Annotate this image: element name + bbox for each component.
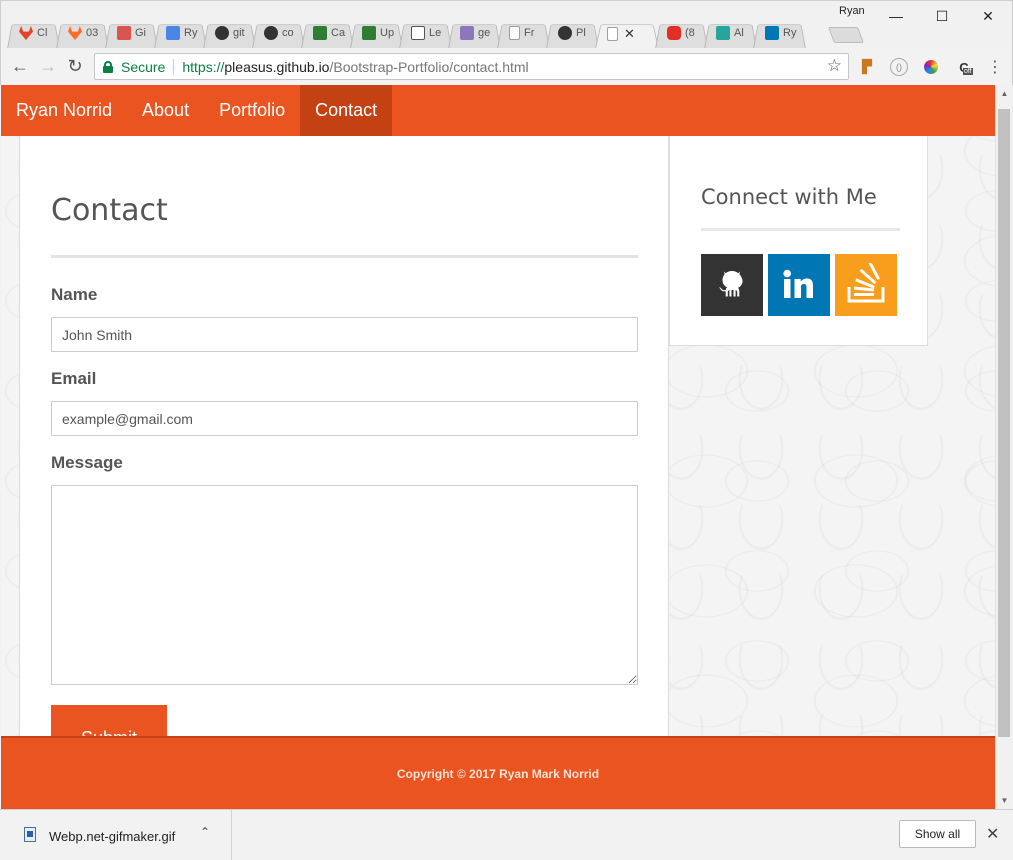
url-path: /Bootstrap-Portfolio/contact.html: [329, 58, 529, 75]
docs-icon: [166, 26, 180, 40]
browser-tab[interactable]: ge: [448, 15, 501, 49]
browser-tab[interactable]: co: [252, 15, 305, 49]
close-tab-icon[interactable]: ✕: [624, 26, 635, 42]
download-file-name: Webp.net-gifmaker.gif: [49, 829, 176, 844]
browser-toolbar: ← → ↻ Secure https://pleasus.github.io/B…: [0, 48, 1013, 85]
extension-circle-icon[interactable]: (): [890, 58, 908, 76]
scroll-thumb[interactable]: [998, 109, 1010, 737]
gitlab-icon: [19, 26, 33, 40]
browser-tab[interactable]: Cl: [7, 15, 60, 49]
connect-divider: [701, 228, 900, 231]
url-scheme: https://: [182, 58, 225, 75]
film-icon: [117, 26, 131, 40]
bookmark-star-icon[interactable]: ☆: [827, 56, 842, 76]
browser-tab[interactable]: Up: [350, 15, 403, 49]
nav-contact[interactable]: Contact: [300, 85, 393, 136]
download-shelf: Webp.net-gifmaker.gif ⌃ Show all ✕: [0, 809, 1013, 860]
download-item[interactable]: Webp.net-gifmaker.gif ⌃: [0, 810, 232, 860]
android-icon: [362, 26, 376, 40]
extension-c-icon[interactable]: Coff: [955, 58, 973, 76]
nav-about[interactable]: About: [127, 85, 204, 136]
linkedin-link[interactable]: [768, 254, 830, 316]
forward-icon[interactable]: →: [36, 54, 60, 78]
linkedin-icon: [783, 269, 813, 298]
address-separator: [173, 58, 175, 75]
lock-icon: [103, 60, 113, 73]
minimize-icon[interactable]: —: [873, 3, 919, 29]
youtube-icon: [667, 26, 681, 40]
profile-name[interactable]: Ryan: [839, 5, 865, 17]
page-viewport: Ryan Norrid About Portfolio Contact Cont…: [1, 85, 995, 809]
show-all-button[interactable]: Show all: [899, 820, 976, 848]
back-icon[interactable]: ←: [8, 54, 32, 78]
browser-tab[interactable]: Ca: [301, 15, 354, 49]
github-link[interactable]: [701, 254, 763, 316]
title-divider: [51, 255, 638, 258]
nav-brand[interactable]: Ryan Norrid: [1, 85, 127, 136]
contact-card: Contact Name Email Message Submit: [19, 136, 669, 756]
github-icon: [264, 26, 278, 40]
github-icon: [215, 26, 229, 40]
stackoverflow-link[interactable]: [835, 254, 897, 316]
close-shelf-icon[interactable]: ✕: [986, 824, 999, 844]
stackoverflow-icon: [847, 263, 885, 303]
nav-portfolio[interactable]: Portfolio: [204, 85, 300, 136]
tab-strip: Cl 03 Gi Ry git co Ca Up Le ge Fr Pl ✕ (…: [7, 15, 806, 49]
email-label: Email: [51, 369, 97, 388]
site-footer: Copyright © 2017 Ryan Mark Norrid: [1, 736, 995, 809]
email-input[interactable]: [51, 401, 638, 436]
secure-label: Secure: [121, 58, 166, 75]
browser-tab[interactable]: Gi: [105, 15, 158, 49]
browser-tab[interactable]: Le: [399, 15, 452, 49]
code-icon: [411, 26, 425, 40]
scroll-up-icon[interactable]: ▲: [996, 85, 1013, 102]
menu-icon[interactable]: ⋮: [986, 58, 1004, 76]
site-navbar: Ryan Norrid About Portfolio Contact: [1, 85, 995, 136]
chevron-up-icon[interactable]: ⌃: [200, 825, 210, 839]
browser-titlebar: Cl 03 Gi Ry git co Ca Up Le ge Fr Pl ✕ (…: [0, 0, 1013, 49]
address-bar[interactable]: Secure https://pleasus.github.io/Bootstr…: [94, 53, 849, 80]
maximize-icon[interactable]: ☐: [919, 3, 965, 29]
page-icon: [509, 26, 520, 40]
browser-tab[interactable]: 03: [56, 15, 109, 49]
reload-icon[interactable]: ↻: [63, 54, 87, 78]
browser-tab[interactable]: Fr: [497, 15, 550, 49]
name-label: Name: [51, 285, 98, 304]
extension-ruler-icon[interactable]: ▛: [858, 58, 876, 76]
linkedin-icon: [765, 26, 779, 40]
browser-tab[interactable]: Al: [704, 15, 757, 49]
gitlab-icon: [68, 26, 82, 40]
name-input[interactable]: [51, 317, 638, 352]
scroll-down-icon[interactable]: ▼: [996, 792, 1013, 809]
browser-tab[interactable]: git: [203, 15, 256, 49]
page-title: Contact: [51, 193, 168, 228]
url-host: pleasus.github.io: [224, 58, 330, 75]
browser-tab-active[interactable]: ✕: [595, 15, 659, 49]
copyright-text: Copyright © 2017 Ryan Mark Norrid: [396, 766, 600, 781]
android-icon: [313, 26, 327, 40]
message-textarea[interactable]: [51, 485, 638, 685]
extension-colorwheel-icon[interactable]: [922, 58, 940, 76]
connect-card: Connect with Me: [669, 136, 928, 346]
app-icon: [716, 26, 730, 40]
browser-tab[interactable]: Pl: [546, 15, 599, 49]
page-scrollbar[interactable]: ▲ ▼: [995, 85, 1012, 809]
connect-title: Connect with Me: [701, 185, 877, 209]
new-tab-button[interactable]: [828, 27, 864, 43]
github-icon: [719, 271, 743, 297]
github-icon: [558, 26, 572, 40]
page-icon: [607, 27, 618, 41]
browser-tab[interactable]: (8: [655, 15, 708, 49]
browser-tab[interactable]: Ry: [753, 15, 806, 49]
browser-tab[interactable]: Ry: [154, 15, 207, 49]
heroku-icon: [460, 26, 474, 40]
image-file-icon: [24, 827, 36, 842]
message-label: Message: [51, 453, 123, 472]
window-close-icon[interactable]: ✕: [965, 3, 1011, 29]
